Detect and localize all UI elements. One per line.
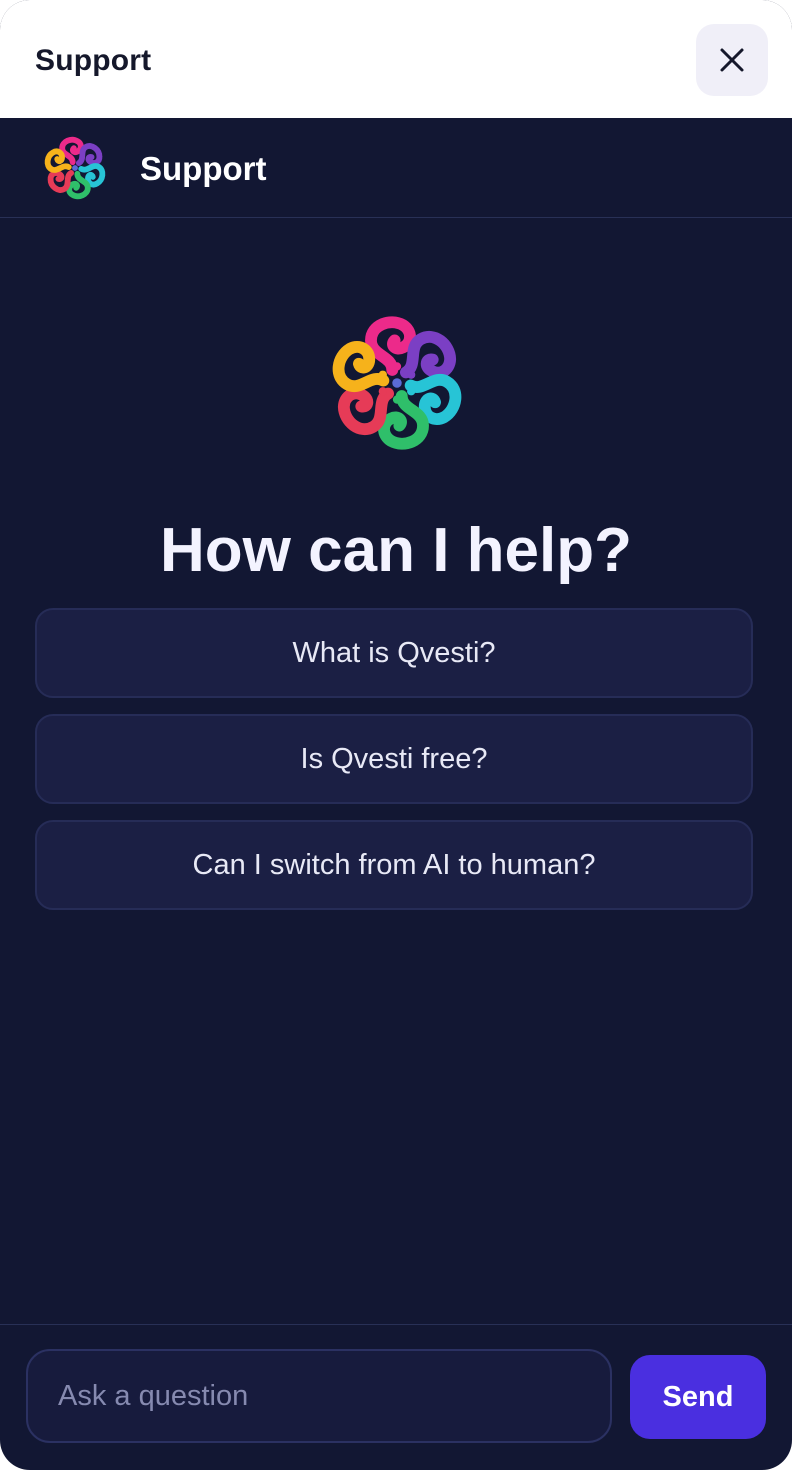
- flower-question-logo-large-icon: [332, 316, 462, 450]
- flower-question-logo-icon: [44, 136, 106, 200]
- close-button[interactable]: [696, 24, 768, 96]
- chat-header: Support: [0, 118, 792, 218]
- chat-header-title: Support: [140, 150, 267, 187]
- suggestion-is-qvesti-free[interactable]: Is Qvesti free?: [35, 714, 753, 804]
- suggestion-switch-to-human[interactable]: Can I switch from AI to human?: [35, 820, 753, 910]
- support-widget: Support Support How can I help? What is …: [0, 0, 792, 1470]
- suggestion-what-is-qvesti[interactable]: What is Qvesti?: [35, 608, 753, 698]
- send-button[interactable]: Send: [630, 1355, 766, 1439]
- message-composer: Send: [0, 1324, 792, 1470]
- question-input[interactable]: [26, 1349, 612, 1443]
- widget-title: Support: [35, 44, 152, 77]
- widget-topbar: Support: [0, 0, 792, 118]
- welcome-heading: How can I help?: [160, 516, 632, 585]
- close-icon: [720, 48, 744, 72]
